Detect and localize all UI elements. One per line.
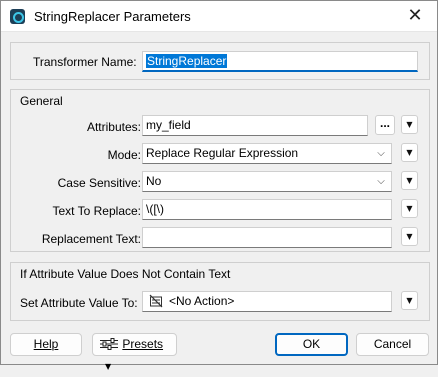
presets-button-label: Presets [122,337,164,351]
attributes-input[interactable]: my_field [142,115,368,136]
transformer-name-value: StringReplacer [146,54,228,68]
mode-menu-button[interactable]: ▼ [401,143,418,162]
mode-value: Replace Regular Expression [146,146,299,160]
ok-button[interactable]: OK [275,333,348,356]
replacement-text-input[interactable] [142,227,392,248]
no-action-icon [149,294,163,308]
no-match-group: If Attribute Value Does Not Contain Text… [10,262,430,321]
replacement-text-menu-button[interactable]: ▼ [401,227,418,246]
case-sensitive-menu-button[interactable]: ▼ [401,171,418,190]
text-to-replace-menu-button[interactable]: ▼ [401,199,418,218]
mode-select[interactable]: Replace Regular Expression ⌵ [142,143,392,164]
chevron-down-icon: ⌵ [377,148,385,159]
no-match-group-title: If Attribute Value Does Not Contain Text [20,267,231,281]
dialog-window: StringReplacer Parameters ✕ Transformer … [0,0,438,371]
case-sensitive-select[interactable]: No ⌵ [142,171,392,192]
mode-label: Mode: [107,148,141,162]
sliders-icon [100,338,118,350]
case-sensitive-label: Case Sensitive: [57,176,141,190]
set-attribute-value-menu-button[interactable]: ▼ [401,291,418,310]
set-attribute-value: <No Action> [169,294,235,308]
help-button[interactable]: Help [10,333,82,356]
close-icon[interactable]: ✕ [403,4,427,28]
title-bar: StringReplacer Parameters ✕ [1,1,437,32]
case-sensitive-value: No [146,174,162,188]
transformer-name-input[interactable]: StringReplacer [142,51,418,72]
transformer-name-label: Transformer Name: [33,55,137,69]
window-title: StringReplacer Parameters [34,9,191,24]
dropdown-arrow-icon: ▼ [105,362,112,371]
text-to-replace-label: Text To Replace: [52,204,142,218]
replacement-text-label: Replacement Text: [41,232,141,246]
cancel-button[interactable]: Cancel [356,333,429,356]
text-to-replace-input[interactable]: \([\) [142,199,392,220]
general-group-title: General [20,94,63,108]
presets-button[interactable]: Presets ▼ [92,333,177,371]
attributes-browse-button[interactable]: ... [375,115,395,135]
help-button-label: Help [33,337,59,351]
fme-app-icon [10,9,25,24]
chevron-down-icon: ⌵ [377,176,385,187]
transformer-name-group: Transformer Name: StringReplacer [10,42,430,80]
attributes-menu-button[interactable]: ▼ [401,115,418,134]
set-attribute-value-select[interactable]: <No Action> [142,291,392,312]
set-attribute-value-label: Set Attribute Value To: [20,296,138,310]
general-group: General Attributes: my_field ... ▼ Mode:… [10,89,430,252]
attributes-label: Attributes: [86,120,141,134]
